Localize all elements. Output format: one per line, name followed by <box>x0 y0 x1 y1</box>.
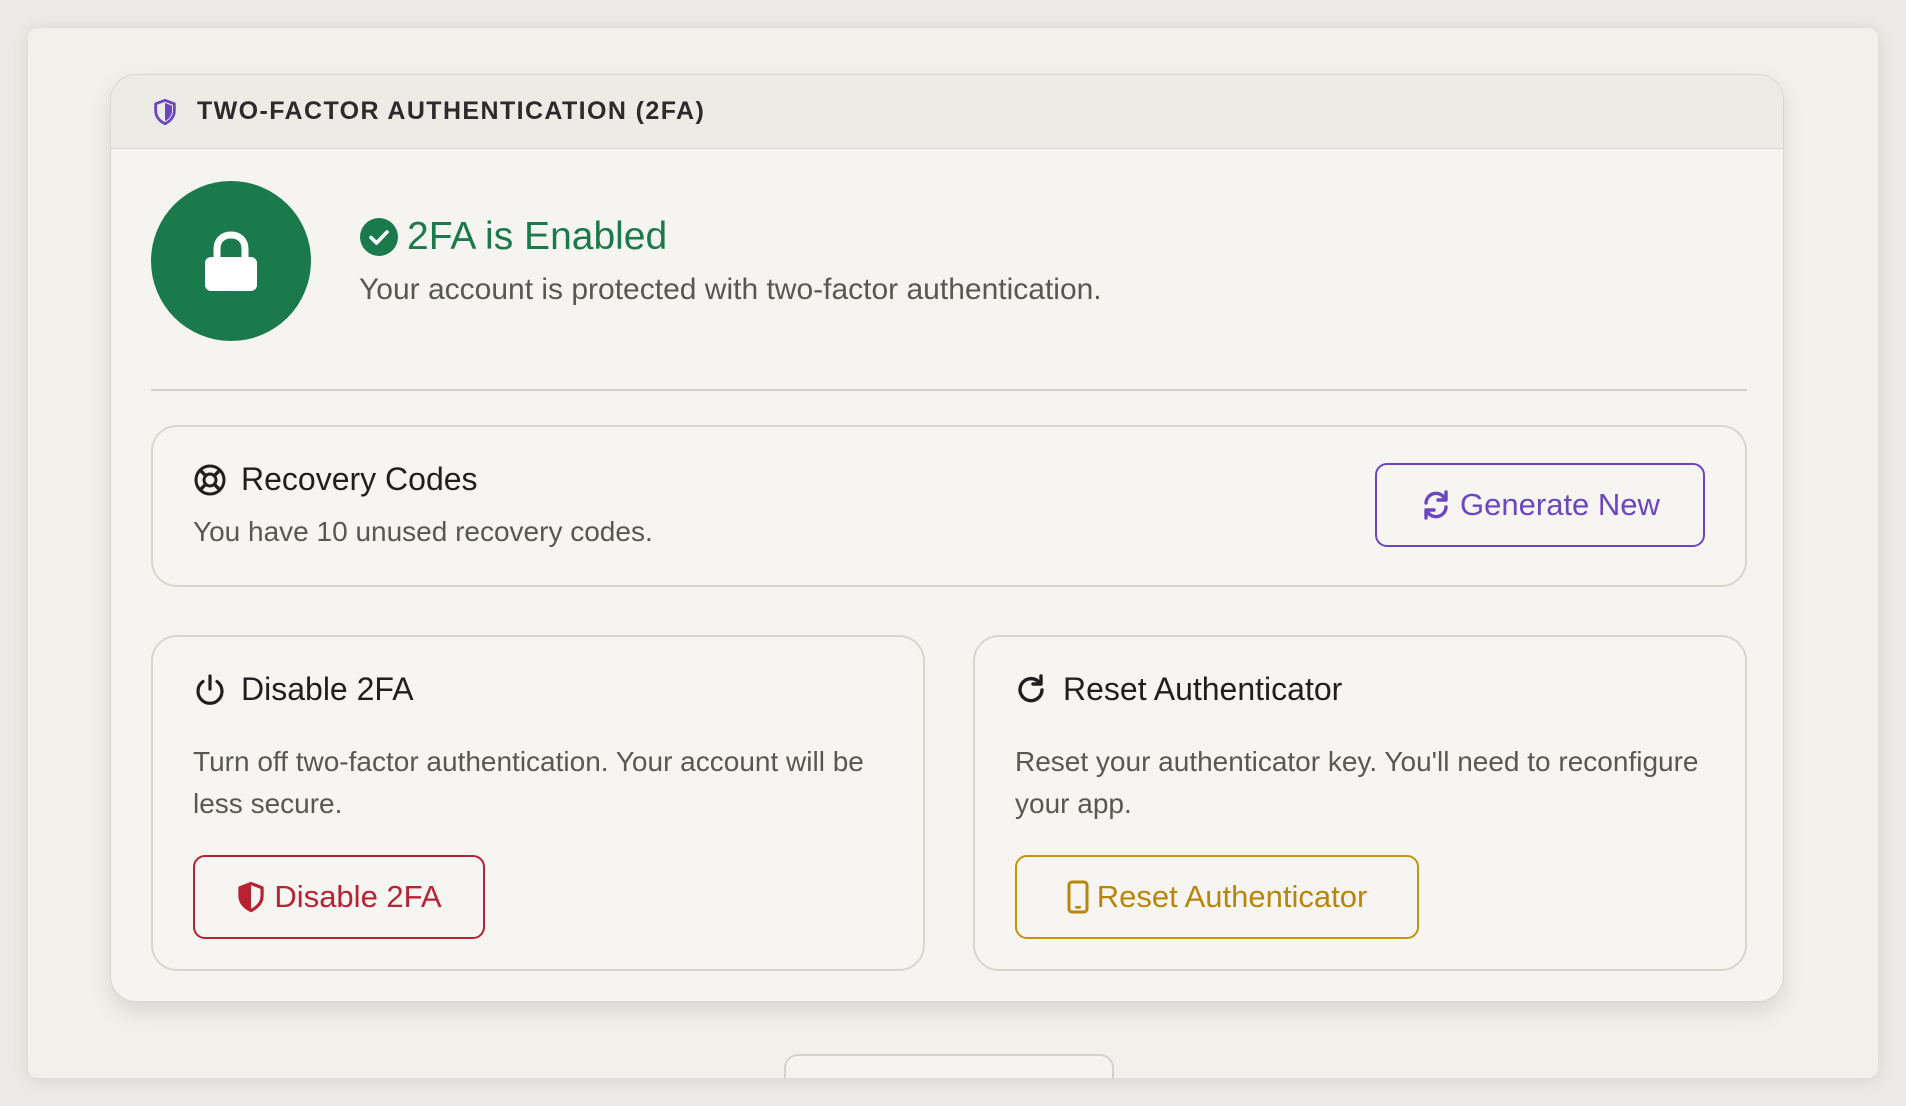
status-text: 2FA is Enabled Your account is protected… <box>359 215 1102 307</box>
status-title-text: 2FA is Enabled <box>407 215 668 258</box>
check-circle-icon <box>359 217 399 257</box>
reset-authenticator-panel: Reset Authenticator Reset your authentic… <box>973 635 1747 971</box>
redo-icon <box>1015 673 1049 707</box>
card-header: TWO-FACTOR AUTHENTICATION (2FA) <box>111 75 1783 149</box>
disable-2fa-button[interactable]: Disable 2FA <box>193 855 485 939</box>
reset-authenticator-description: Reset your authenticator key. You'll nee… <box>1015 746 1699 819</box>
reset-authenticator-button[interactable]: Reset Authenticator <box>1015 855 1419 939</box>
page-container: TWO-FACTOR AUTHENTICATION (2FA) 2FA is E… <box>28 28 1878 1078</box>
disable-2fa-title: Disable 2FA <box>193 671 414 708</box>
disable-2fa-description: Turn off two-factor authentication. Your… <box>193 746 864 819</box>
lock-icon <box>201 229 261 293</box>
generate-new-label: Generate New <box>1460 487 1660 522</box>
divider <box>151 389 1747 391</box>
disable-2fa-title-text: Disable 2FA <box>241 671 414 707</box>
two-factor-card: TWO-FACTOR AUTHENTICATION (2FA) 2FA is E… <box>110 74 1784 1002</box>
recovery-codes-title: Recovery Codes <box>193 461 478 498</box>
refresh-icon <box>1420 489 1452 521</box>
generate-new-button[interactable]: Generate New <box>1375 463 1705 547</box>
section-title: TWO-FACTOR AUTHENTICATION (2FA) <box>197 97 706 125</box>
shield-icon <box>151 98 179 126</box>
shield-half-icon <box>236 881 266 913</box>
lock-badge <box>151 181 311 341</box>
status-description: Your account is protected with two-facto… <box>359 273 1102 306</box>
status-section: 2FA is Enabled Your account is protected… <box>151 181 1102 341</box>
reset-authenticator-title: Reset Authenticator <box>1015 671 1342 708</box>
reset-authenticator-title-text: Reset Authenticator <box>1063 671 1343 707</box>
status-title: 2FA is Enabled <box>359 215 1102 259</box>
recovery-codes-panel: Recovery Codes You have 10 unused recove… <box>151 425 1747 587</box>
reset-authenticator-label: Reset Authenticator <box>1096 879 1368 914</box>
next-section-peek <box>784 1054 1114 1078</box>
life-ring-icon <box>193 463 227 497</box>
recovery-codes-title-text: Recovery Codes <box>241 461 478 497</box>
power-icon <box>193 673 227 707</box>
mobile-icon <box>1067 880 1089 914</box>
disable-2fa-panel: Disable 2FA Turn off two-factor authenti… <box>151 635 925 971</box>
disable-2fa-label: Disable 2FA <box>274 879 442 914</box>
recovery-codes-description: You have 10 unused recovery codes. <box>193 516 653 547</box>
